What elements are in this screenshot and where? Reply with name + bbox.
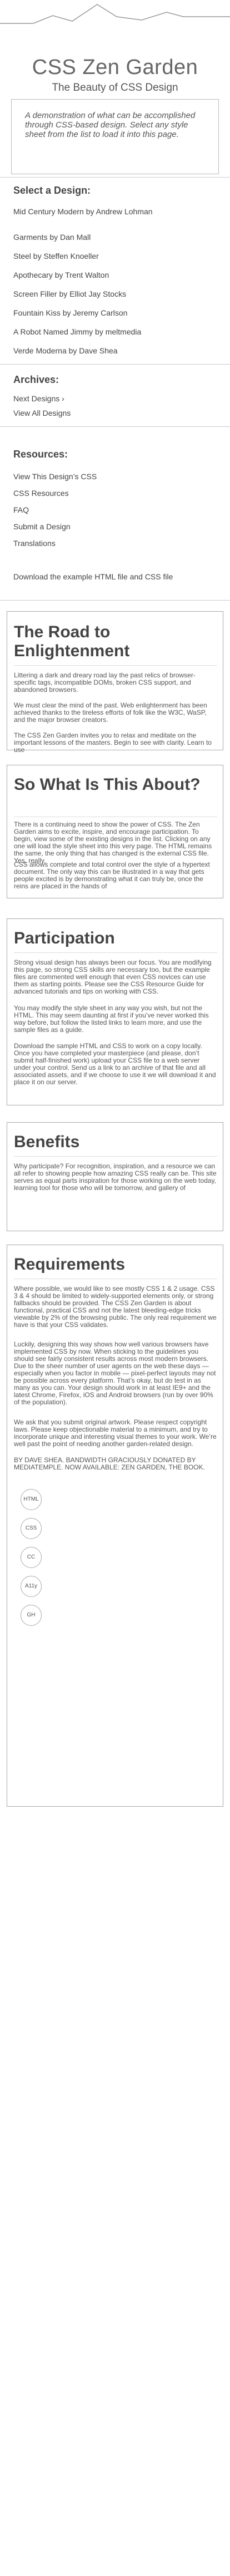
design-link-steel[interactable]: Steel by Steffen Knoeller (13, 252, 217, 261)
archives-heading: Archives: (13, 374, 59, 385)
resources-section: Resources: View This Design’s CSS CSS Re… (13, 449, 217, 581)
requirements-paragraph-2: Luckily, designing this way shows how we… (14, 1340, 216, 1406)
participation-paragraph-3: Download the sample HTML and CSS to work… (14, 1042, 216, 1086)
faq-link[interactable]: FAQ (13, 505, 217, 515)
view-css-link[interactable]: View This Design’s CSS (13, 472, 217, 481)
intro-text: A demonstration of what can be accomplis… (25, 111, 196, 139)
about-paragraph-1: There is a continuing need to show the p… (14, 820, 212, 864)
requirements-title: Requirements (14, 1255, 126, 1274)
select-design-section: Select a Design: Mid Century Modern by A… (13, 185, 217, 355)
site-title: CSS Zen Garden (32, 56, 198, 79)
cc-badge-label: CC (27, 1554, 36, 1560)
gh-badge-label: GH (27, 1612, 36, 1618)
benefits-separator (14, 1156, 217, 1157)
intro-box: A demonstration of what can be accomplis… (11, 99, 219, 174)
header-divider (0, 177, 230, 178)
css-resources-link[interactable]: CSS Resources (13, 489, 217, 498)
design-link-verde-moderna[interactable]: Verde Moderna by Dave Shea (13, 346, 217, 356)
download-example-link[interactable]: Download the example HTML file and CSS f… (13, 572, 217, 582)
design-link-robot-jimmy[interactable]: A Robot Named Jimmy by meltmedia (13, 327, 217, 337)
html-badge-icon[interactable]: HTML (21, 1489, 42, 1510)
participation-paragraph-2: You may modify the style sheet in any wa… (14, 1004, 209, 1034)
requirements-section: Requirements Where possible, we would li… (7, 1245, 223, 1807)
mountain-illustration (0, 4, 230, 24)
road-separator (14, 665, 217, 666)
css-badge-icon[interactable]: CSS (21, 1518, 42, 1539)
participation-paragraph-1: Strong visual design has always been our… (14, 958, 212, 995)
about-paragraph-2: CSS allows complete and total control ov… (14, 861, 210, 890)
road-paragraph-2: We must clear the mind of the past. Web … (14, 701, 207, 724)
a11y-badge-icon[interactable]: A11y (21, 1576, 42, 1597)
submit-design-link[interactable]: Submit a Design (13, 522, 217, 532)
benefits-title: Benefits (14, 1133, 80, 1151)
translations-link[interactable]: Translations (13, 539, 217, 548)
list-divider-3 (0, 600, 230, 601)
view-all-designs-link[interactable]: View All Designs (13, 409, 217, 418)
participation-section: Participation Strong visual design has a… (7, 918, 223, 1105)
about-title: So What Is This About? (14, 775, 201, 794)
design-link-mid-century[interactable]: Mid Century Modern by Andrew Lohman (13, 207, 217, 217)
benefits-paragraph-1: Why participate? For recognition, inspir… (14, 1162, 217, 1192)
road-paragraph-1: Littering a dark and dreary road lay the… (14, 671, 196, 694)
about-section: So What Is This About? There is a contin… (7, 765, 223, 898)
list-divider-1 (0, 364, 230, 365)
a11y-badge-label: A11y (24, 1583, 38, 1589)
benefits-section: Benefits Why participate? For recognitio… (7, 1122, 223, 1231)
design-link-fountain-kiss[interactable]: Fountain Kiss by Jeremy Carlson (13, 308, 217, 318)
design-link-apothecary[interactable]: Apothecary by Trent Walton (13, 271, 217, 280)
archives-section: Archives: Next Designs › View All Design… (13, 374, 217, 417)
road-title: The Road to Enlightenment (14, 623, 130, 660)
css-badge-label: CSS (25, 1525, 37, 1531)
page: CSS Zen Garden The Beauty of CSS Design … (0, 0, 230, 1807)
participation-separator (14, 952, 217, 953)
html-badge-label: HTML (23, 1496, 39, 1502)
next-designs-link[interactable]: Next Designs › (13, 394, 217, 404)
header: CSS Zen Garden The Beauty of CSS Design … (0, 0, 230, 184)
road-paragraph-3: The CSS Zen Garden invites you to relax … (14, 731, 212, 754)
design-link-garments[interactable]: Garments by Dan Mall (13, 233, 217, 242)
list-divider-2 (0, 426, 230, 427)
cc-badge-icon[interactable]: CC (21, 1547, 42, 1568)
road-section: The Road to Enlightenment Littering a da… (7, 611, 223, 754)
resources-heading: Resources: (13, 449, 68, 460)
credits-note: By Dave Shea. Bandwidth graciously donat… (14, 1456, 205, 1471)
design-link-screen-filler[interactable]: Screen Filler by Elliot Jay Stocks (13, 289, 217, 299)
gh-badge-icon[interactable]: GH (21, 1605, 42, 1626)
participation-title: Participation (14, 929, 115, 947)
requirements-paragraph-1: Where possible, we would like to see mos… (14, 1285, 217, 1329)
select-design-heading: Select a Design: (13, 185, 91, 196)
site-subtitle: The Beauty of CSS Design (52, 82, 178, 94)
requirements-paragraph-3: We ask that you submit original artwork.… (14, 1418, 217, 1448)
